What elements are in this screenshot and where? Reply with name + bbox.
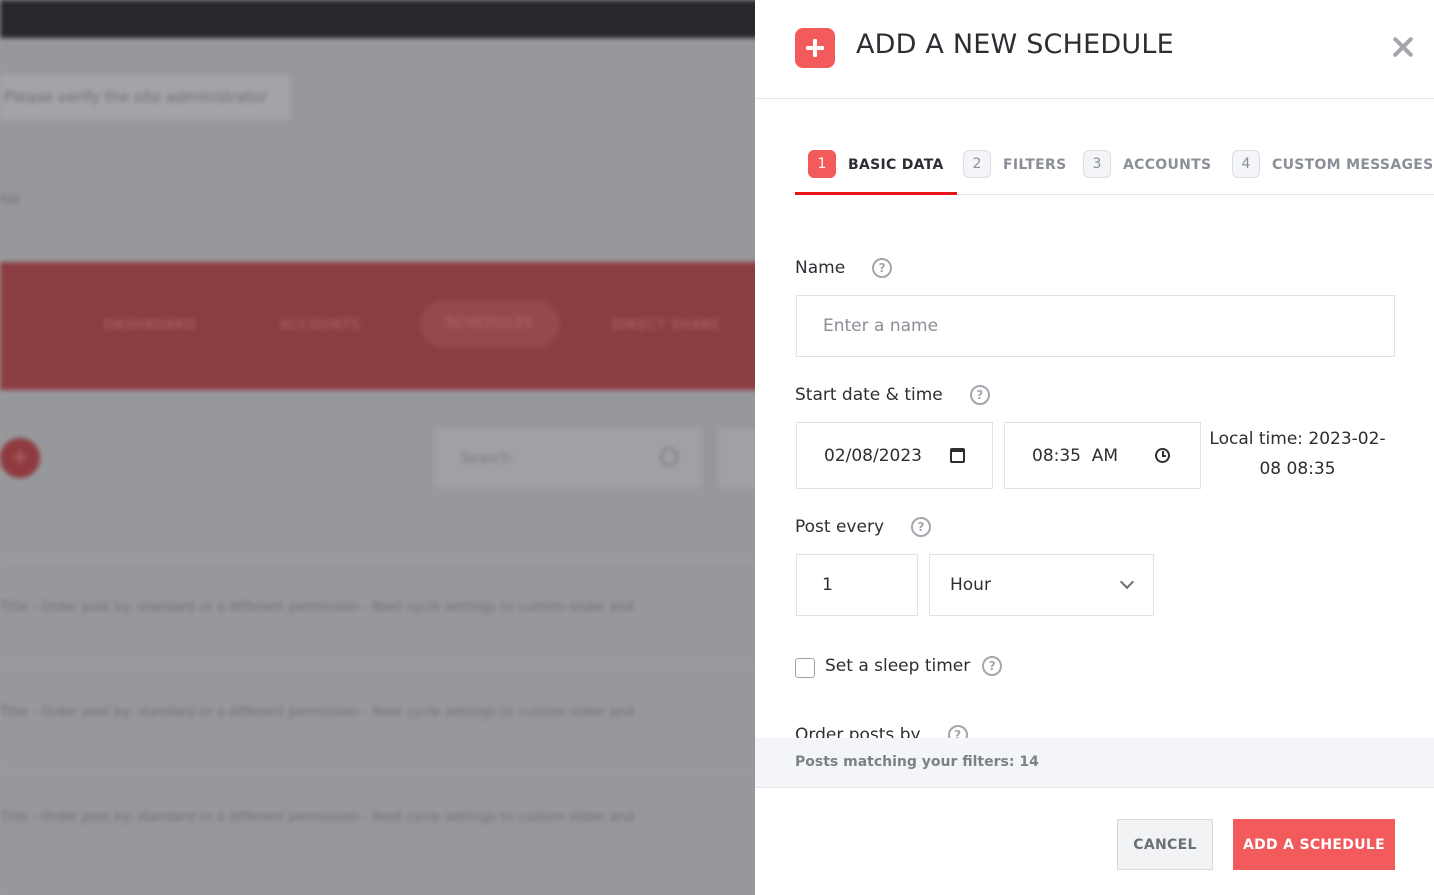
clock-icon[interactable] xyxy=(1155,448,1170,463)
start-time-input[interactable]: 08:35 AM xyxy=(1004,422,1201,489)
bg-row-text: Title - Order post by: standard or a dif… xyxy=(0,705,514,720)
tab-basic-data[interactable]: 1 BASIC DATA xyxy=(795,148,957,195)
chevron-down-icon xyxy=(1119,574,1135,590)
bg-row: Title - Order post by: standard or a dif… xyxy=(0,807,740,829)
start-date-input[interactable]: 02/08/2023 xyxy=(796,422,993,489)
bg-row-text: custom slider and xyxy=(517,600,634,615)
local-time: Local time: 2023-02-08 08:35 xyxy=(1209,429,1386,479)
help-icon[interactable]: ? xyxy=(911,517,932,537)
tab-filters[interactable]: 2 FILTERS xyxy=(963,148,1066,195)
bg-row-divider xyxy=(0,560,760,561)
tab-label: BASIC DATA xyxy=(848,157,944,173)
help-icon[interactable]: ? xyxy=(872,258,893,278)
post-every-label: Post every xyxy=(795,517,885,537)
bg-row-divider xyxy=(0,665,760,666)
name-input[interactable] xyxy=(823,316,1394,336)
help-icon[interactable]: ? xyxy=(947,725,968,738)
bg-row: Title - Order post by: standard or a dif… xyxy=(0,702,740,724)
bg-row-text: Title - Order post by: standard or a dif… xyxy=(0,600,514,615)
sleep-timer-checkbox[interactable] xyxy=(795,658,815,678)
cancel-button[interactable]: CANCEL xyxy=(1117,819,1213,870)
add-icon xyxy=(795,28,835,68)
tab-label: ACCOUNTS xyxy=(1123,157,1212,173)
tab-number: 3 xyxy=(1083,150,1111,178)
start-time-value: 08:35 AM xyxy=(1032,445,1119,466)
tab-number: 2 xyxy=(963,150,991,178)
bg-row-divider xyxy=(0,770,760,771)
help-icon[interactable]: ? xyxy=(969,385,990,405)
bg-search-icon xyxy=(660,448,678,466)
help-icon[interactable]: ? xyxy=(982,656,1003,676)
start-label-row: Start date & time ? xyxy=(795,385,990,405)
bg-row-text: custom slider and xyxy=(517,810,634,825)
start-label: Start date & time xyxy=(795,385,943,405)
post-every-label-row: Post every ? xyxy=(795,517,932,537)
bg-nav-dashboard: DASHBOARD xyxy=(104,318,197,333)
sleep-timer-label-row: Set a sleep timer ? xyxy=(825,656,1003,676)
bg-row-text: Title - Order post by: standard or a dif… xyxy=(0,810,514,825)
tab-label: FILTERS xyxy=(1003,157,1067,173)
post-every-unit-value: Hour xyxy=(950,575,991,595)
name-label-row: Name ? xyxy=(795,258,893,278)
bg-nav-direct-share: DIRECT SHARE xyxy=(612,318,721,333)
order-posts-label-row: Order posts by ? xyxy=(795,722,1395,738)
calendar-icon[interactable] xyxy=(950,448,965,463)
matching-posts-bar: Posts matching your filters: 14 xyxy=(755,738,1434,788)
add-schedule-button[interactable]: ADD A SCHEDULE xyxy=(1233,819,1395,870)
drawer-header: ADD A NEW SCHEDULE xyxy=(755,0,1434,99)
start-date-value: 02/08/2023 xyxy=(824,445,922,466)
name-label: Name xyxy=(795,258,846,278)
bg-notice: Please verify the site administrator xyxy=(0,74,290,120)
bg-nav-schedules: SCHEDULES xyxy=(420,300,560,348)
bg-breadcrumb: list xyxy=(0,192,21,208)
bg-add-icon: + xyxy=(0,438,40,478)
tab-number: 1 xyxy=(808,150,836,178)
tab-accounts[interactable]: 3 ACCOUNTS xyxy=(1083,148,1211,195)
order-posts-label: Order posts by xyxy=(795,725,921,738)
step-tabs: 1 BASIC DATA 2 FILTERS 3 ACCOUNTS 4 CUST… xyxy=(795,148,1434,195)
close-icon[interactable] xyxy=(1392,36,1414,58)
sleep-timer-label[interactable]: Set a sleep timer xyxy=(825,656,970,676)
tab-label: CUSTOM MESSAGES xyxy=(1272,157,1434,173)
post-every-amount[interactable]: 1 xyxy=(796,554,918,616)
name-field[interactable] xyxy=(796,295,1395,357)
matching-posts-count: Posts matching your filters: 14 xyxy=(795,754,1039,770)
post-every-amount-value: 1 xyxy=(822,575,833,595)
tab-number: 4 xyxy=(1232,150,1260,178)
add-schedule-drawer: ADD A NEW SCHEDULE 1 BASIC DATA 2 FILTER… xyxy=(755,0,1434,895)
bg-row: Title - Order post by: standard or a dif… xyxy=(0,597,740,619)
drawer-title: ADD A NEW SCHEDULE xyxy=(856,29,1174,60)
bg-row-text: custom slider and xyxy=(517,705,634,720)
bg-nav-accounts: ACCOUNTS xyxy=(280,318,361,333)
post-every-unit-select[interactable]: Hour xyxy=(929,554,1154,616)
tab-custom-messages[interactable]: 4 CUSTOM MESSAGES xyxy=(1232,148,1434,195)
